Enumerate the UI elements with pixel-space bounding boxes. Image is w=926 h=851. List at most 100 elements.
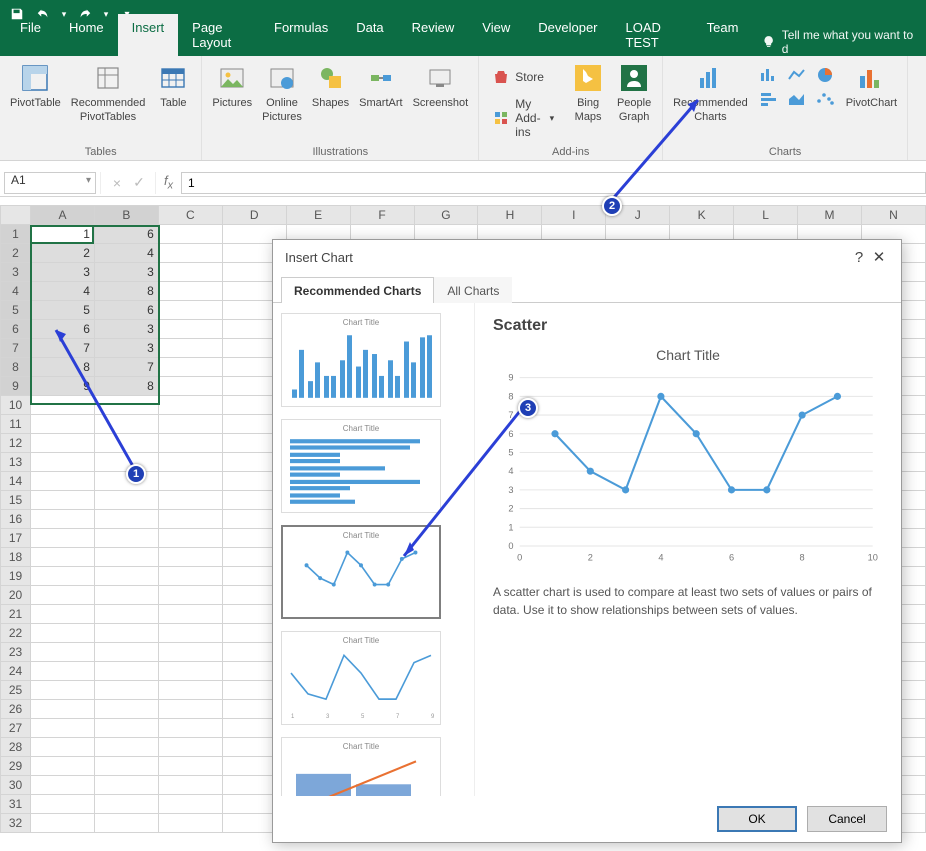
cell[interactable] xyxy=(94,567,158,586)
cell[interactable]: 3 xyxy=(30,263,94,282)
store-button[interactable]: Store xyxy=(487,66,560,88)
column-header[interactable]: A xyxy=(30,206,94,225)
column-header[interactable]: E xyxy=(286,206,350,225)
formula-input[interactable] xyxy=(181,172,926,194)
row-header[interactable]: 20 xyxy=(1,586,31,605)
cell[interactable] xyxy=(30,434,94,453)
row-header[interactable]: 26 xyxy=(1,700,31,719)
cell[interactable] xyxy=(94,453,158,472)
cell[interactable] xyxy=(158,472,222,491)
cell[interactable] xyxy=(158,567,222,586)
cell[interactable] xyxy=(30,510,94,529)
column-header[interactable]: L xyxy=(734,206,798,225)
row-header[interactable]: 28 xyxy=(1,738,31,757)
cell[interactable] xyxy=(30,491,94,510)
chart-thumb-clustered-bar[interactable]: Chart Title xyxy=(281,419,441,513)
name-box[interactable]: A1 xyxy=(4,172,96,194)
cell[interactable] xyxy=(158,719,222,738)
column-chart-icon[interactable] xyxy=(756,64,782,86)
recommended-charts-button[interactable]: Recommended Charts xyxy=(671,60,750,127)
row-header[interactable]: 9 xyxy=(1,377,31,396)
cell[interactable] xyxy=(158,529,222,548)
row-header[interactable]: 12 xyxy=(1,434,31,453)
ribbon-tab-view[interactable]: View xyxy=(468,14,524,56)
row-header[interactable]: 5 xyxy=(1,301,31,320)
cell[interactable] xyxy=(30,624,94,643)
row-header[interactable]: 21 xyxy=(1,605,31,624)
row-header[interactable]: 31 xyxy=(1,795,31,814)
cell[interactable] xyxy=(94,738,158,757)
cell[interactable] xyxy=(158,339,222,358)
cell[interactable] xyxy=(158,548,222,567)
cell[interactable] xyxy=(30,567,94,586)
cell[interactable]: 8 xyxy=(30,358,94,377)
cell[interactable] xyxy=(158,586,222,605)
line-chart-icon[interactable] xyxy=(784,64,810,86)
cell[interactable] xyxy=(30,662,94,681)
cell[interactable] xyxy=(158,738,222,757)
column-header[interactable]: M xyxy=(798,206,862,225)
cell[interactable]: 9 xyxy=(30,377,94,396)
cell[interactable] xyxy=(94,662,158,681)
row-header[interactable]: 22 xyxy=(1,624,31,643)
cell[interactable]: 4 xyxy=(30,282,94,301)
cancel-button[interactable]: Cancel xyxy=(807,806,887,832)
column-header[interactable]: D xyxy=(222,206,286,225)
cell[interactable] xyxy=(94,624,158,643)
cell[interactable] xyxy=(30,757,94,776)
row-header[interactable]: 16 xyxy=(1,510,31,529)
chart-thumb-scatter[interactable]: Chart Title xyxy=(281,525,441,619)
chart-thumb-line[interactable]: Chart Title 13579 xyxy=(281,631,441,725)
cell[interactable] xyxy=(94,510,158,529)
ribbon-tab-page-layout[interactable]: Page Layout xyxy=(178,14,260,56)
smartart-button[interactable]: SmartArt xyxy=(357,60,404,112)
column-header[interactable]: J xyxy=(606,206,670,225)
cell[interactable]: 5 xyxy=(30,301,94,320)
cell[interactable] xyxy=(30,814,94,833)
pie-chart-icon[interactable] xyxy=(812,64,838,86)
cell[interactable] xyxy=(158,434,222,453)
cell[interactable]: 4 xyxy=(94,244,158,263)
column-header[interactable]: G xyxy=(414,206,478,225)
row-header[interactable]: 13 xyxy=(1,453,31,472)
ribbon-tab-developer[interactable]: Developer xyxy=(524,14,611,56)
row-header[interactable]: 2 xyxy=(1,244,31,263)
cell[interactable] xyxy=(94,586,158,605)
cell[interactable] xyxy=(158,795,222,814)
row-header[interactable]: 7 xyxy=(1,339,31,358)
column-header[interactable]: H xyxy=(478,206,542,225)
row-header[interactable]: 18 xyxy=(1,548,31,567)
cell[interactable] xyxy=(158,396,222,415)
cell[interactable] xyxy=(94,757,158,776)
cell[interactable]: 6 xyxy=(94,225,158,244)
cell[interactable] xyxy=(158,301,222,320)
select-all-corner[interactable] xyxy=(1,206,31,225)
pictures-button[interactable]: Pictures xyxy=(210,60,254,112)
row-header[interactable]: 29 xyxy=(1,757,31,776)
row-header[interactable]: 6 xyxy=(1,320,31,339)
people-graph-button[interactable]: People Graph xyxy=(614,60,654,127)
cell[interactable] xyxy=(158,662,222,681)
cell[interactable]: 3 xyxy=(94,263,158,282)
cell[interactable] xyxy=(30,453,94,472)
chart-thumb-clustered-column[interactable]: Chart Title xyxy=(281,313,441,407)
help-icon[interactable]: ? xyxy=(849,249,869,266)
column-header[interactable]: B xyxy=(94,206,158,225)
ribbon-tab-review[interactable]: Review xyxy=(398,14,469,56)
ribbon-tab-home[interactable]: Home xyxy=(55,14,118,56)
close-icon[interactable]: ✕ xyxy=(869,248,889,266)
cell[interactable] xyxy=(158,510,222,529)
pivottable-button[interactable]: PivotTable xyxy=(8,60,63,112)
cell[interactable] xyxy=(30,643,94,662)
cell[interactable] xyxy=(158,244,222,263)
row-header[interactable]: 23 xyxy=(1,643,31,662)
cell[interactable] xyxy=(158,643,222,662)
ribbon-tab-data[interactable]: Data xyxy=(342,14,397,56)
row-header[interactable]: 30 xyxy=(1,776,31,795)
cell[interactable] xyxy=(158,377,222,396)
scatter-chart-icon[interactable] xyxy=(812,88,838,110)
enter-formula-icon[interactable]: ✓ xyxy=(129,174,149,191)
bing-maps-button[interactable]: Bing Maps xyxy=(568,60,608,127)
cell[interactable] xyxy=(158,814,222,833)
my-addins-button[interactable]: My Add-ins▾ xyxy=(487,94,560,142)
